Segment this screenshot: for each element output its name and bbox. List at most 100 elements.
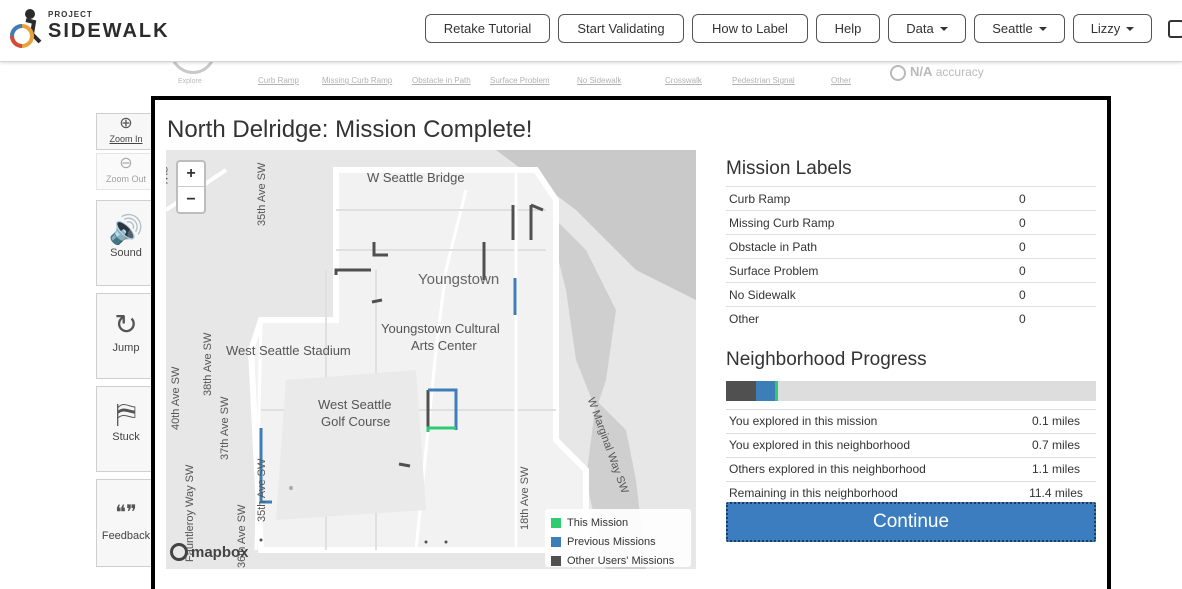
label-count: 0 <box>1016 186 1096 211</box>
chevron-down-icon <box>939 26 948 31</box>
table-row: Surface Problem 0 <box>726 258 1096 283</box>
legend-label: This Mission <box>567 516 629 529</box>
map-label-35th-bottom: 35th Ave SW <box>256 458 268 522</box>
logo-sidewalk-text: SIDEWALK <box>48 20 170 42</box>
map-label-stadium: West Seattle Stadium <box>226 343 351 358</box>
stat-value: 1.1 miles <box>1016 456 1096 481</box>
table-row: You explored in this mission 0.1 miles <box>726 408 1096 433</box>
feedback-tool-label: Feedback <box>101 530 151 542</box>
map-zoom-in-button[interactable]: + <box>178 162 204 187</box>
city-label: Seattle <box>992 21 1033 36</box>
label-type-missing-curb-ramp[interactable]: Missing Curb Ramp <box>322 76 392 85</box>
stuck-tool-label: Stuck <box>112 431 140 443</box>
label-type-obstacle[interactable]: Obstacle in Path <box>412 76 471 85</box>
project-sidewalk-logo[interactable]: PROJECT SIDEWALK <box>8 8 168 50</box>
neighborhood-progress-title: Neighborhood Progress <box>726 348 927 370</box>
continue-label: Continue <box>872 511 950 532</box>
chevron-down-icon <box>1038 26 1047 31</box>
stuck-tool[interactable]: ⛿ Stuck <box>96 386 156 472</box>
sound-tool[interactable]: 🔊 Sound <box>96 200 156 286</box>
map-label-edge-sw: SW <box>166 166 169 184</box>
user-label: Lizzy <box>1090 21 1121 36</box>
map-zoom-out-button[interactable]: − <box>178 187 204 212</box>
label-name: No Sidewalk <box>726 282 1016 307</box>
zoom-out-tool-label: Zoom Out <box>105 174 146 184</box>
help-button[interactable]: Help <box>816 14 880 43</box>
zoom-in-icon: ⊕ <box>119 115 133 132</box>
jump-arrow-icon: ↻ <box>114 309 138 340</box>
label-count: 0 <box>1016 306 1096 331</box>
label-count: 0 <box>1016 210 1096 235</box>
continue-button[interactable]: Continue <box>726 502 1096 542</box>
data-dropdown[interactable]: Data <box>888 14 966 43</box>
wheelchair-logo-icon <box>10 9 42 48</box>
data-label: Data <box>906 21 934 36</box>
target-icon <box>890 64 906 81</box>
accuracy-label: accuracy <box>935 65 984 79</box>
legend-label: Other Users' Missions <box>567 554 675 567</box>
legend-swatch <box>551 536 561 547</box>
accuracy-value: N/A <box>910 64 933 79</box>
label-type-curb-ramp[interactable]: Curb Ramp <box>258 76 299 85</box>
map-label-37th: 37th Ave SW <box>219 396 231 460</box>
label-name: Obstacle in Path <box>726 234 1016 259</box>
feedback-edge-icon[interactable] <box>1168 20 1182 38</box>
how-to-label-button[interactable]: How to Label <box>692 14 808 43</box>
label-type-other[interactable]: Other <box>831 76 851 85</box>
mission-map[interactable]: + − W Seattle Bridge Youngstown Youngsto… <box>166 150 696 569</box>
mapbox-text: mapbox <box>191 543 249 561</box>
label-type-no-sidewalk[interactable]: No Sidewalk <box>577 76 621 85</box>
map-label-38th: 38th Ave SW <box>202 332 214 396</box>
legend-item-other-users: Other Users' Missions <box>551 551 685 569</box>
label-count: 0 <box>1016 258 1096 283</box>
city-dropdown[interactable]: Seattle <box>974 14 1065 43</box>
mapbox-attribution[interactable]: mapbox <box>170 543 249 561</box>
start-validating-button[interactable]: Start Validating <box>558 14 684 43</box>
progress-segment-mission <box>775 380 778 401</box>
label-type-bar: Explore Curb Ramp Missing Curb Ramp Obst… <box>160 48 1182 98</box>
mapbox-logo-icon <box>170 543 188 561</box>
table-row: Curb Ramp 0 <box>726 186 1096 211</box>
user-dropdown[interactable]: Lizzy <box>1073 14 1152 43</box>
map-label-40th: 40th Ave SW <box>170 366 182 430</box>
mission-labels-table: Curb Ramp 0 Missing Curb Ramp 0 Obstacle i… <box>726 186 1096 331</box>
zoom-out-tool[interactable]: ⊖ Zoom Out <box>96 153 156 190</box>
label-name: Other <box>726 306 1016 331</box>
table-row: Other 0 <box>726 306 1096 331</box>
speech-bubble-icon: ❝❞ <box>115 502 137 524</box>
label-type-crosswalk[interactable]: Crosswalk <box>665 76 702 85</box>
map-label-35th-top: 35th Ave SW <box>256 162 268 226</box>
legend-swatch <box>551 517 561 528</box>
modal-title: North Delridge: Mission Complete! <box>167 116 533 143</box>
neighborhood-progress-bar <box>726 380 1096 401</box>
label-count: 0 <box>1016 282 1096 307</box>
map-label-golf-2: Golf Course <box>321 414 391 429</box>
label-type-surface-problem[interactable]: Surface Problem <box>490 76 550 85</box>
map-label-bridge: W Seattle Bridge <box>367 170 465 185</box>
table-row: You explored in this neighborhood 0.7 mil… <box>726 432 1096 457</box>
map-zoom-control: + − <box>176 160 206 214</box>
legend-item-this-mission: This Mission <box>551 513 685 532</box>
stat-label: You explored in this mission <box>726 408 1016 433</box>
label-type-pedestrian-signal[interactable]: Pedestrian Signal <box>732 76 795 85</box>
label-count: 0 <box>1016 234 1096 259</box>
map-label-youngstown: Youngstown <box>418 271 500 288</box>
stat-value: 0.7 miles <box>1016 432 1096 457</box>
zoom-in-tool-label: Zoom In <box>109 134 143 144</box>
jump-tool[interactable]: ↻ Jump <box>96 293 156 379</box>
table-row: Obstacle in Path 0 <box>726 234 1096 259</box>
retake-tutorial-button[interactable]: Retake Tutorial <box>425 14 550 43</box>
table-row: Others explored in this neighborhood 1.1 … <box>726 456 1096 481</box>
label-name: Missing Curb Ramp <box>726 210 1016 235</box>
accuracy-indicator: N/A accuracy <box>890 64 984 81</box>
zoom-in-tool[interactable]: ⊕ Zoom In <box>96 113 156 150</box>
map-label-cultural-center-2: Arts Center <box>411 338 477 353</box>
start-validating-label: Start Validating <box>577 21 665 36</box>
feedback-tool[interactable]: ❝❞ Feedback <box>96 479 156 567</box>
progress-stats-table: You explored in this mission 0.1 miles Yo… <box>726 408 1096 505</box>
map-legend: This Mission Previous Missions Other Use… <box>545 509 691 567</box>
how-to-label-label: How to Label <box>712 21 788 36</box>
legend-label: Previous Missions <box>567 535 656 548</box>
label-name: Surface Problem <box>726 258 1016 283</box>
retake-tutorial-label: Retake Tutorial <box>443 21 532 36</box>
